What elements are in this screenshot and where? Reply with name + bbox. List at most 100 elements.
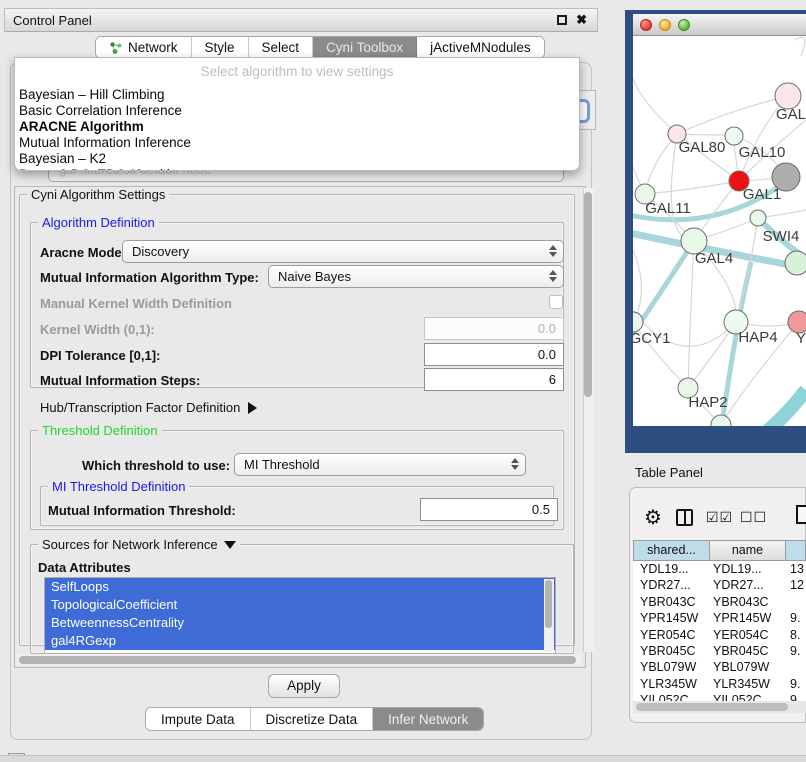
algorithm-option[interactable]: Bayesian – Hill Climbing (15, 87, 579, 103)
network-node-label: GCY1 (633, 330, 670, 347)
table-cell (785, 594, 806, 610)
tab-network[interactable]: Network (96, 37, 192, 58)
tab-discretize-data[interactable]: Discretize Data (251, 708, 374, 730)
combo-arrows-icon (511, 458, 519, 470)
data-attributes-list[interactable]: SelfLoopsTopologicalCoefficientBetweenne… (44, 577, 556, 654)
attribute-list-item[interactable]: gal4RGexp (45, 632, 555, 650)
table-cell: 8. (785, 627, 806, 643)
mi-threshold-field[interactable]: 0.5 (420, 498, 558, 521)
network-canvas[interactable]: GALGAL80GAL10GAL1GAL11GAL4SWI4GCY1HAP4YH… (633, 36, 806, 426)
algorithm-option-list: Bayesian – Hill ClimbingBasic Correlatio… (15, 87, 579, 171)
table-cell: YDR27... (709, 577, 785, 593)
attribute-list-item[interactable]: BetweennessCentrality (45, 614, 555, 632)
table-cell: YER054C (709, 627, 785, 643)
table-horizontal-scrollbar-thumb[interactable] (636, 703, 788, 711)
network-node[interactable] (725, 127, 743, 145)
control-panel-titlebar: Control Panel ✖ (4, 8, 598, 32)
table-row[interactable]: YER054CYER054C8. (633, 627, 806, 643)
algorithm-option[interactable]: ARACNE Algorithm (15, 119, 579, 135)
aracne-mode-label: Aracne Mode: (40, 245, 126, 260)
table-row[interactable]: YLR345WYLR345W9. (633, 676, 806, 692)
table-cell: YBL079W (633, 659, 709, 675)
settings-horizontal-scrollbar-thumb[interactable] (19, 656, 576, 664)
column-header-clipped[interactable] (785, 540, 806, 561)
network-node[interactable] (785, 251, 806, 275)
network-node-label: GAL11 (645, 200, 691, 217)
window-close-icon[interactable] (640, 19, 652, 31)
float-panel-icon[interactable] (557, 15, 567, 25)
window-minimize-icon[interactable] (659, 19, 671, 31)
table-cell: YDR27... (633, 577, 709, 593)
network-node-label: GAL80 (679, 139, 726, 156)
window-zoom-icon[interactable] (678, 19, 690, 31)
table-row[interactable]: YIL052CYIL052C9. (633, 692, 806, 701)
table-row[interactable]: YBL079WYBL079W (633, 659, 806, 675)
tab-select[interactable]: Select (249, 37, 314, 58)
tab-style[interactable]: Style (192, 37, 249, 58)
mi-threshold-label: Mutual Information Threshold: (48, 503, 236, 518)
network-node-label: GAL1 (743, 186, 781, 203)
hub-definition-toggle[interactable]: Hub/Transcription Factor Definition (40, 400, 257, 415)
deselect-all-checkboxes-icon[interactable]: ☐☐ (740, 509, 767, 526)
table-cell: YIL052C (633, 692, 709, 701)
mi-threshold-group-title: MI Threshold Definition (48, 479, 189, 494)
network-node[interactable] (633, 312, 643, 332)
mi-steps-label: Mutual Information Steps: (40, 373, 200, 388)
table-row[interactable]: YPR145WYPR145W9. (633, 610, 806, 626)
table-cell: 13 (785, 561, 806, 577)
combo-arrows-icon (549, 245, 557, 257)
network-node[interactable] (750, 210, 766, 226)
algorithm-option[interactable]: Mutual Information Inference (15, 135, 579, 151)
table-cell: YPR145W (633, 610, 709, 626)
table-cell: 9. (785, 610, 806, 626)
sources-group-title[interactable]: Sources for Network Inference (38, 537, 240, 552)
aracne-mode-combo[interactable]: Discovery (122, 240, 564, 263)
column-header-shared-name[interactable]: shared... (633, 540, 710, 561)
attributes-scrollbar-thumb[interactable] (545, 580, 552, 628)
algorithm-option[interactable]: Basic Correlation Inference (15, 103, 579, 119)
gear-icon[interactable]: ⚙ (644, 505, 662, 530)
table-row[interactable]: YDL19...YDL19...13 (633, 561, 806, 577)
columns-icon[interactable] (676, 509, 693, 526)
tab-infer-network[interactable]: Infer Network (373, 708, 483, 730)
mi-type-combo[interactable]: Naive Bayes (268, 265, 564, 288)
close-panel-icon[interactable]: ✖ (576, 12, 587, 28)
node-table[interactable]: YDL19...YDL19...13YDR27...YDR27...12YBR0… (633, 561, 806, 701)
select-all-checkboxes-icon[interactable]: ☑☑ (706, 509, 733, 526)
table-row[interactable]: YBR043CYBR043C (633, 594, 806, 610)
data-attributes-label: Data Attributes (38, 560, 131, 575)
mi-steps-field[interactable]: 6 (424, 368, 564, 391)
dpi-tolerance-field[interactable]: 0.0 (424, 343, 564, 366)
new-table-icon[interactable] (796, 505, 806, 524)
which-threshold-combo[interactable]: MI Threshold (234, 453, 526, 476)
manual-kernel-checkbox[interactable] (549, 295, 563, 309)
combo-arrows-icon (549, 270, 557, 282)
algorithm-option[interactable]: Dream8 DC_TDC Algorithm (15, 167, 579, 171)
network-node-label: GAL (776, 106, 806, 123)
tab-jactivemnodules[interactable]: jActiveMNodules (417, 37, 544, 58)
column-header-name[interactable]: name (709, 540, 786, 561)
table-cell: YIL052C (709, 692, 785, 701)
table-cell: YBL079W (709, 659, 785, 675)
mi-type-label: Mutual Information Algorithm Type: (40, 270, 259, 285)
manual-kernel-label: Manual Kernel Width Definition (40, 296, 232, 311)
attribute-list-item[interactable]: SelfLoops (45, 578, 555, 596)
tab-impute-data[interactable]: Impute Data (146, 708, 251, 730)
table-cell: YLR345W (709, 676, 785, 692)
network-graph: GALGAL80GAL10GAL1GAL11GAL4SWI4GCY1HAP4YH… (633, 36, 806, 426)
apply-button[interactable]: Apply (268, 674, 340, 698)
collapsed-arrow-icon (248, 402, 257, 414)
network-node[interactable] (711, 415, 731, 426)
table-row[interactable]: YDR27...YDR27...12 (633, 577, 806, 593)
table-cell: YBR043C (633, 594, 709, 610)
network-node[interactable] (772, 163, 800, 191)
threshold-definition-title: Threshold Definition (38, 423, 162, 438)
attribute-list-item[interactable]: TopologicalCoefficient (45, 596, 555, 614)
algorithm-option[interactable]: Bayesian – K2 (15, 151, 579, 167)
dpi-tolerance-label: DPI Tolerance [0,1]: (40, 348, 160, 363)
table-row[interactable]: YBR045CYBR045C9. (633, 643, 806, 659)
table-cell: YDL19... (709, 561, 785, 577)
tab-cyni-toolbox[interactable]: Cyni Toolbox (313, 37, 417, 58)
settings-vertical-scrollbar-thumb[interactable] (584, 192, 592, 397)
table-cell: YBR045C (709, 643, 785, 659)
